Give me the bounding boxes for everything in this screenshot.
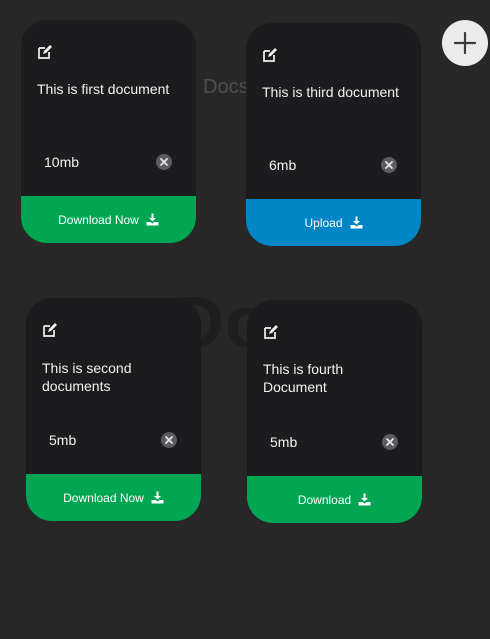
document-card-second: This is second documents 5mb Download No… xyxy=(26,298,201,521)
document-size: 10mb xyxy=(44,154,80,170)
download-now-button[interactable]: Download Now xyxy=(26,474,201,521)
upload-button[interactable]: Upload xyxy=(246,199,421,246)
download-icon xyxy=(151,491,164,504)
add-document-button[interactable] xyxy=(442,20,488,66)
card-body: This is third document 6mb xyxy=(246,23,421,199)
download-icon xyxy=(146,213,159,226)
document-title: This is first document xyxy=(37,81,170,97)
document-title: This is second documents xyxy=(42,360,132,394)
close-icon[interactable] xyxy=(381,157,397,173)
close-icon[interactable] xyxy=(156,154,172,170)
download-icon xyxy=(350,216,363,229)
edit-icon[interactable] xyxy=(263,324,279,340)
document-card-first: This is first document 10mb Download Now xyxy=(21,20,196,243)
close-icon[interactable] xyxy=(382,434,398,450)
edit-icon[interactable] xyxy=(262,47,278,63)
card-body: This is first document 10mb xyxy=(21,20,196,196)
close-icon[interactable] xyxy=(161,432,177,448)
page: Docs. Docs. This is first document 10mb … xyxy=(0,0,490,639)
document-card-third: This is third document 6mb Upload xyxy=(246,23,421,246)
edit-icon[interactable] xyxy=(37,44,53,60)
action-label: Download xyxy=(297,492,352,507)
download-icon xyxy=(358,493,371,506)
download-button[interactable]: Download xyxy=(247,476,422,523)
document-card-fourth: This is fourth Document 5mb Download xyxy=(247,300,422,523)
action-label: Download Now xyxy=(63,490,144,505)
document-size: 6mb xyxy=(269,157,297,173)
download-now-button[interactable]: Download Now xyxy=(21,196,196,243)
card-body: This is fourth Document 5mb xyxy=(247,300,422,476)
action-label: Upload xyxy=(304,215,343,230)
action-label: Download Now xyxy=(58,212,139,227)
edit-icon[interactable] xyxy=(42,322,58,338)
plus-icon xyxy=(453,31,477,55)
document-size: 5mb xyxy=(270,434,298,450)
card-body: This is second documents 5mb xyxy=(26,298,201,474)
document-title: This is fourth Document xyxy=(263,361,344,395)
document-size: 5mb xyxy=(49,432,77,448)
document-title: This is third document xyxy=(262,84,399,100)
